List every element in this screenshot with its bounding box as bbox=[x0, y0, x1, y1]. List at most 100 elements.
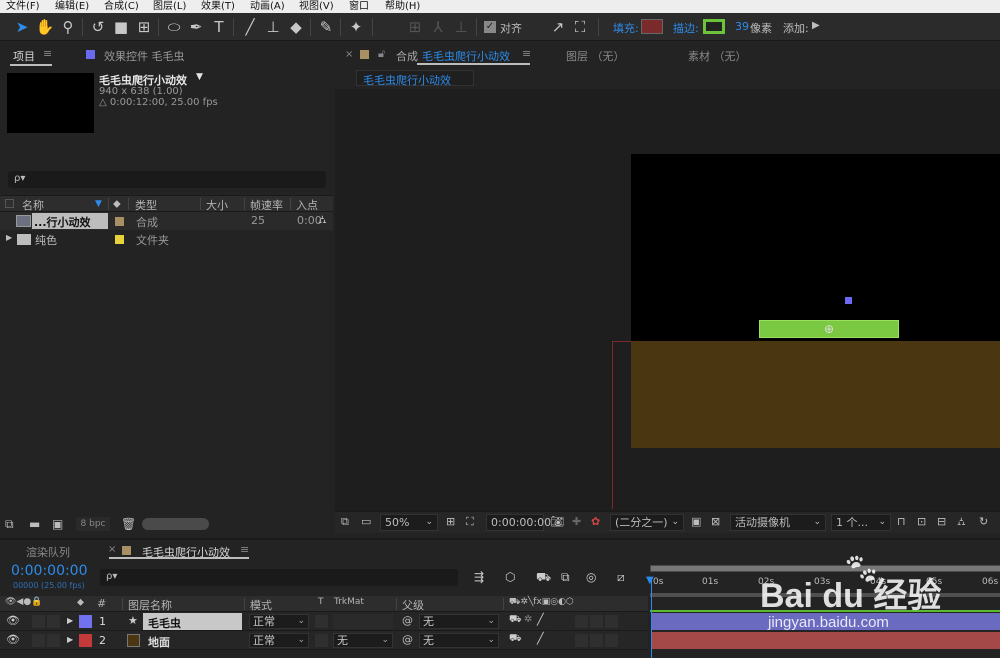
pen-tool-icon[interactable]: ✒ bbox=[186, 17, 206, 37]
shy-layers-icon[interactable]: ⛟ bbox=[536, 570, 551, 586]
draft-3d-icon[interactable]: ⬡ bbox=[505, 570, 515, 584]
solo-toggle[interactable] bbox=[32, 634, 45, 647]
menu-edit[interactable]: 编辑(E) bbox=[55, 0, 89, 13]
quality-switch-icon[interactable]: ╱ bbox=[537, 632, 544, 645]
column-name[interactable]: 名称 bbox=[22, 197, 44, 213]
parent-dropdown[interactable]: 无 ⌄ bbox=[419, 614, 499, 629]
stroke-width-value[interactable]: 39 bbox=[735, 20, 749, 33]
shy-switch-icon[interactable]: ⛟ bbox=[509, 614, 522, 627]
visibility-eye-icon[interactable]: 👁︎ bbox=[6, 633, 20, 646]
camera-dropdown[interactable]: 活动摄像机 ⌄ bbox=[730, 514, 826, 531]
switch-box[interactable] bbox=[575, 615, 588, 628]
layer-label-swatch[interactable] bbox=[79, 634, 92, 647]
layer-row[interactable]: 👁︎ ▶ 1 ★ 毛毛虫 正常 ⌄ @ 无 ⌄ ⛟ ✲ ╱ bbox=[0, 612, 648, 631]
snap-edge-icon[interactable]: ↗ bbox=[548, 17, 568, 37]
lock-icon[interactable]: 🔓︎ bbox=[378, 47, 385, 61]
visibility-eye-icon[interactable]: 👁︎ bbox=[6, 614, 20, 627]
project-row-comp[interactable]: ...行小动效 合成 25 0:00 ⛼ bbox=[0, 212, 333, 230]
interpret-footage-icon[interactable]: ⧉ bbox=[5, 517, 14, 532]
add-button-icon[interactable]: ▶ bbox=[812, 20, 820, 31]
solo-toggle[interactable] bbox=[32, 615, 45, 628]
fast-preview-icon[interactable]: ⊡ bbox=[917, 515, 926, 528]
safe-area-icon[interactable]: ⊞ bbox=[446, 515, 455, 528]
comp-name-dropdown-icon[interactable]: ▼ bbox=[196, 72, 203, 82]
timeline-timecode[interactable]: 0:00:00:00 bbox=[11, 563, 88, 579]
parent-dropdown[interactable]: 无 ⌄ bbox=[419, 633, 499, 648]
lock-toggle[interactable] bbox=[47, 615, 60, 628]
pick-whip-icon[interactable]: @ bbox=[402, 614, 413, 627]
quality-switch-icon[interactable]: ╱ bbox=[537, 613, 544, 626]
new-folder-icon[interactable]: ▬ bbox=[29, 517, 40, 531]
snap-checkbox[interactable]: ✓ bbox=[484, 21, 496, 33]
label-column-icon[interactable]: ⬥ bbox=[77, 597, 84, 608]
preserve-transparency-toggle[interactable] bbox=[315, 615, 328, 628]
world-axis-icon[interactable]: ⅄ bbox=[428, 17, 448, 37]
layer-switches-icon[interactable]: ⛟✲╲fx▣◎◐⬡ bbox=[509, 597, 574, 608]
fill-swatch[interactable] bbox=[641, 19, 663, 34]
menu-layer[interactable]: 图层(L) bbox=[153, 0, 186, 13]
menu-animation[interactable]: 动画(A) bbox=[250, 0, 285, 13]
menu-file[interactable]: 文件(F) bbox=[6, 0, 40, 13]
project-search-input[interactable]: ρ▾ bbox=[8, 171, 326, 188]
column-select-icon[interactable] bbox=[5, 199, 14, 208]
channel-icon[interactable]: ✿ bbox=[591, 515, 600, 528]
motion-blur-icon[interactable]: ◎ bbox=[586, 570, 596, 584]
panel-menu-icon[interactable]: ≡ bbox=[43, 47, 52, 60]
new-composition-icon[interactable]: ▣ bbox=[52, 517, 63, 531]
column-fps[interactable]: 帧速率 bbox=[250, 197, 283, 213]
brush-tool-icon[interactable]: ╱ bbox=[240, 17, 260, 37]
comp-tab-label[interactable]: 合成 bbox=[396, 48, 418, 64]
switch-box[interactable] bbox=[605, 634, 618, 647]
selection-tool-icon[interactable]: ➤ bbox=[12, 17, 32, 37]
column-type[interactable]: 类型 bbox=[135, 197, 157, 213]
camera-tool-icon[interactable]: ■ bbox=[111, 17, 131, 37]
ground-layer[interactable] bbox=[631, 341, 1000, 448]
layer-label-swatch[interactable] bbox=[79, 615, 92, 628]
layer-handle[interactable] bbox=[845, 297, 852, 304]
column-t[interactable]: T bbox=[318, 597, 324, 607]
tab-project[interactable]: 项目 bbox=[13, 48, 35, 64]
menu-composition[interactable]: 合成(C) bbox=[104, 0, 139, 13]
always-preview-icon[interactable]: ⧉ bbox=[341, 515, 349, 529]
panel-menu-icon[interactable]: ≡ bbox=[522, 47, 531, 60]
column-layer-name[interactable]: 图层名称 bbox=[128, 597, 172, 613]
toggle-pixel-aspect-icon[interactable]: ⊓ bbox=[897, 515, 906, 528]
project-item-name[interactable]: 纯色 bbox=[35, 232, 57, 248]
menu-view[interactable]: 视图(V) bbox=[299, 0, 334, 13]
composition-mini-flowchart-icon[interactable]: ⇶ bbox=[474, 570, 484, 584]
collapse-switch-icon[interactable]: ✲ bbox=[524, 614, 532, 625]
switch-box[interactable] bbox=[590, 634, 603, 647]
breadcrumb-label[interactable]: 毛毛虫爬行小动效 bbox=[363, 72, 451, 88]
switch-box[interactable] bbox=[590, 615, 603, 628]
monitor-icon[interactable]: ▭ bbox=[361, 515, 371, 528]
switch-box[interactable] bbox=[575, 634, 588, 647]
column-size[interactable]: 大小 bbox=[206, 197, 228, 213]
flowchart-icon[interactable]: ⛼ bbox=[957, 515, 966, 530]
column-parent[interactable]: 父级 bbox=[402, 597, 424, 613]
mode-dropdown[interactable]: 正常 ⌄ bbox=[249, 614, 309, 629]
menu-effect[interactable]: 效果(T) bbox=[201, 0, 235, 13]
expand-arrow-icon[interactable]: ▶ bbox=[67, 635, 73, 644]
comp-breadcrumb[interactable]: 毛毛虫爬行小动效 bbox=[356, 70, 474, 88]
layer-row[interactable]: 👁︎ ▶ 2 地面 正常 ⌄ 无 ⌄ @ 无 ⌄ ⛟ ╱ bbox=[0, 631, 648, 650]
layer-name[interactable]: 毛毛虫 bbox=[148, 615, 181, 631]
local-axis-icon[interactable]: ⊞ bbox=[405, 17, 425, 37]
frame-blending-icon[interactable]: ⧉ bbox=[561, 570, 570, 585]
project-scrollbar[interactable] bbox=[142, 518, 209, 530]
close-tab-icon[interactable]: × bbox=[345, 49, 353, 60]
ellipse-tool-icon[interactable]: ⬭ bbox=[164, 17, 184, 37]
pan-behind-tool-icon[interactable]: ⊞ bbox=[134, 17, 154, 37]
menu-window[interactable]: 窗口 bbox=[349, 0, 369, 13]
text-tool-icon[interactable]: T bbox=[209, 17, 229, 37]
column-trkmat[interactable]: TrkMat bbox=[334, 597, 364, 607]
tab-footage[interactable]: 素材 （无） bbox=[688, 48, 747, 64]
puppet-pin-tool-icon[interactable]: ✦ bbox=[346, 17, 366, 37]
trkmat-dropdown[interactable]: 无 ⌄ bbox=[333, 633, 393, 648]
expand-arrow-icon[interactable]: ▶ bbox=[6, 233, 12, 242]
flowchart-icon[interactable]: ⛼ bbox=[318, 213, 327, 228]
project-row-folder[interactable]: ▶ 纯色 文件夹 bbox=[0, 230, 333, 248]
mask-visibility-icon[interactable]: ⛶ bbox=[466, 515, 474, 529]
preserve-transparency-toggle[interactable] bbox=[315, 634, 328, 647]
timeline-icon[interactable]: ⊟ bbox=[937, 515, 946, 528]
tab-effect-controls[interactable]: 效果控件 毛毛虫 bbox=[104, 48, 185, 64]
